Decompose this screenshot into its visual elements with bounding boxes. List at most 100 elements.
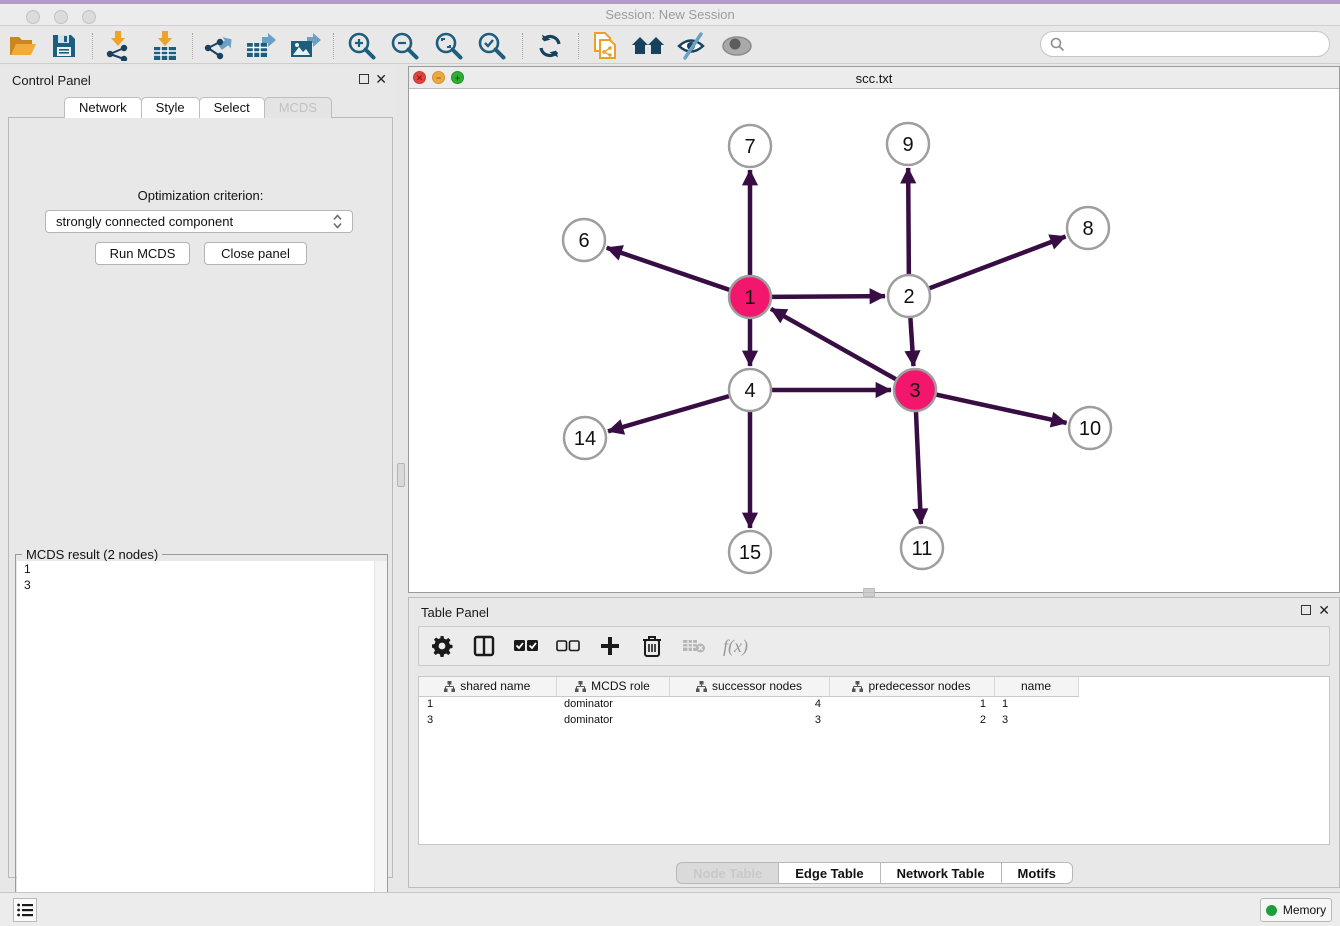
select-all-checks-icon[interactable] xyxy=(513,633,539,659)
import-table-icon[interactable] xyxy=(148,30,182,62)
graph-node-label: 8 xyxy=(1082,218,1093,240)
graph-node-1[interactable]: 1 xyxy=(729,276,771,318)
graph-node-label: 15 xyxy=(739,542,761,564)
graph-node-label: 4 xyxy=(744,380,755,402)
zoom-in-icon[interactable] xyxy=(345,30,379,62)
graph-node-label: 11 xyxy=(912,538,933,560)
graph-node-9[interactable]: 9 xyxy=(887,123,929,165)
column-type-icon xyxy=(696,681,707,692)
float-table-panel-icon[interactable] xyxy=(1301,605,1311,615)
add-column-icon[interactable] xyxy=(597,633,623,659)
graph-node-6[interactable]: 6 xyxy=(563,219,605,261)
delete-table-icon xyxy=(681,633,707,659)
main-toolbar xyxy=(0,26,1340,64)
tab-select[interactable]: Select xyxy=(199,97,265,118)
gear-icon[interactable] xyxy=(429,633,455,659)
vertical-splitter-grip[interactable] xyxy=(397,463,405,487)
graph-edge-1-6[interactable] xyxy=(607,248,730,290)
column-header[interactable]: name xyxy=(994,677,1078,696)
status-bar: Memory xyxy=(0,892,1340,926)
function-builder-icon: f(x) xyxy=(723,636,748,657)
graph-edge-2-9[interactable] xyxy=(908,168,909,275)
search-field[interactable] xyxy=(1040,31,1330,57)
tab-network-table[interactable]: Network Table xyxy=(880,862,1002,884)
export-table-icon[interactable] xyxy=(244,30,278,62)
table-header-row: shared name MCDS role successor nodes pr… xyxy=(419,677,1078,696)
memory-label: Memory xyxy=(1283,903,1326,917)
graph-node-11[interactable]: 11 xyxy=(901,527,943,569)
import-network-icon[interactable] xyxy=(101,30,135,62)
toolbar-separator xyxy=(333,33,334,59)
graph-node-14[interactable]: 14 xyxy=(564,417,606,459)
graph-node-10[interactable]: 10 xyxy=(1069,407,1111,449)
control-panel-tabs: NetworkStyleSelectMCDS xyxy=(0,97,395,118)
split-columns-icon[interactable] xyxy=(471,633,497,659)
table-splitter-grip[interactable] xyxy=(863,592,875,597)
graph-node-3[interactable]: 3 xyxy=(894,369,936,411)
mcds-result-list[interactable]: 1 3 xyxy=(17,561,387,926)
table-panel: Table Panel ✕ f(x) xyxy=(408,597,1340,888)
delete-column-icon[interactable] xyxy=(639,633,665,659)
task-history-button[interactable] xyxy=(13,898,37,922)
graph-edge-1-2[interactable] xyxy=(771,296,885,297)
graph-edge-3-10[interactable] xyxy=(936,394,1067,422)
zoom-selected-icon[interactable] xyxy=(475,30,509,62)
graph-edge-2-8[interactable] xyxy=(929,237,1066,289)
network-window-titlebar[interactable]: ✕ − + scc.txt xyxy=(409,67,1339,89)
save-session-icon[interactable] xyxy=(47,30,81,62)
graph-edge-4-14[interactable] xyxy=(608,396,730,431)
hide-selected-icon[interactable] xyxy=(675,30,709,62)
graph-node-2[interactable]: 2 xyxy=(888,275,930,317)
column-header[interactable]: successor nodes xyxy=(669,677,829,696)
graph-node-7[interactable]: 7 xyxy=(729,125,771,167)
search-input[interactable] xyxy=(1065,37,1329,52)
graph-edge-3-1[interactable] xyxy=(771,309,897,380)
network-canvas[interactable]: 7 9 6 8 1 2 4 3 14 10 15 11 xyxy=(409,89,1339,592)
close-panel-button[interactable]: Close panel xyxy=(204,242,307,265)
table-row[interactable]: 3 dominator 3 2 3 xyxy=(419,712,1078,728)
zoom-out-icon[interactable] xyxy=(388,30,422,62)
tab-edge-table[interactable]: Edge Table xyxy=(778,862,880,884)
toolbar-separator xyxy=(92,33,93,59)
tab-network[interactable]: Network xyxy=(64,97,142,118)
refresh-icon[interactable] xyxy=(533,30,567,62)
graph-node-label: 9 xyxy=(902,134,913,156)
close-panel-icon[interactable]: ✕ xyxy=(375,71,387,87)
export-image-icon[interactable] xyxy=(288,30,322,62)
tab-mcds[interactable]: MCDS xyxy=(264,97,332,118)
run-mcds-button[interactable]: Run MCDS xyxy=(95,242,190,265)
graph-node-4[interactable]: 4 xyxy=(729,369,771,411)
tab-style[interactable]: Style xyxy=(141,97,200,118)
graph-node-15[interactable]: 15 xyxy=(729,531,771,573)
column-header[interactable]: shared name xyxy=(419,677,556,696)
table-row[interactable]: 1 dominator 4 1 1 xyxy=(419,696,1078,712)
tab-node-table[interactable]: Node Table xyxy=(676,862,779,884)
graph-edge-2-3[interactable] xyxy=(910,317,913,366)
show-all-icon[interactable] xyxy=(720,30,754,62)
table-toolbar: f(x) xyxy=(418,626,1330,666)
home-layout-icon[interactable] xyxy=(631,30,665,62)
table-tabs: Node TableEdge TableNetwork TableMotifs xyxy=(409,862,1339,884)
clear-checks-icon[interactable] xyxy=(555,633,581,659)
copy-network-icon[interactable] xyxy=(588,30,622,62)
graph-node-8[interactable]: 8 xyxy=(1067,207,1109,249)
memory-button[interactable]: Memory xyxy=(1260,898,1332,922)
graph-edge-3-11[interactable] xyxy=(916,411,921,524)
export-network-icon[interactable] xyxy=(201,30,235,62)
column-header[interactable]: predecessor nodes xyxy=(829,677,994,696)
tab-motifs[interactable]: Motifs xyxy=(1001,862,1073,884)
app-titlebar: Session: New Session xyxy=(0,4,1340,26)
open-session-icon[interactable] xyxy=(6,30,40,62)
node-table[interactable]: shared name MCDS role successor nodes pr… xyxy=(418,676,1330,845)
toolbar-separator xyxy=(192,33,193,59)
graph-node-label: 1 xyxy=(744,287,755,309)
close-table-panel-icon[interactable]: ✕ xyxy=(1318,602,1330,618)
list-item[interactable]: 1 xyxy=(17,561,387,577)
control-panel-title: Control Panel xyxy=(12,73,91,88)
zoom-fit-icon[interactable] xyxy=(432,30,466,62)
list-item[interactable]: 3 xyxy=(17,577,387,593)
float-panel-icon[interactable] xyxy=(359,74,369,84)
result-list-scrollbar[interactable] xyxy=(374,561,387,926)
optimization-criterion-dropdown[interactable]: strongly connected component xyxy=(45,210,353,233)
column-header[interactable]: MCDS role xyxy=(556,677,669,696)
